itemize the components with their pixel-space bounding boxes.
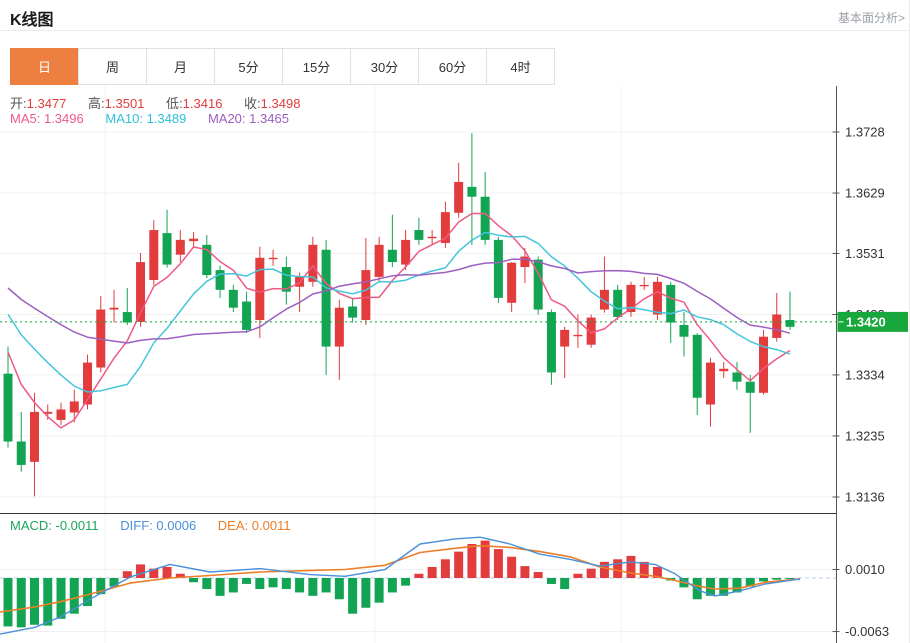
y-axis-labels: 1.37281.36291.35311.34321.33341.32351.31… bbox=[833, 125, 890, 640]
tab-15min[interactable]: 15分 bbox=[282, 48, 351, 85]
tab-30min[interactable]: 30分 bbox=[350, 48, 419, 85]
svg-text:-0.0063: -0.0063 bbox=[845, 624, 889, 639]
svg-text:1.3136: 1.3136 bbox=[845, 489, 885, 504]
svg-text:0.0010: 0.0010 bbox=[845, 562, 885, 577]
current-price-badge: 1.3420 bbox=[838, 312, 909, 332]
close-value: 收:1.3498 bbox=[244, 96, 300, 111]
period-tab-bar: 日 周 月 5分 15分 30分 60分 4时 bbox=[10, 48, 555, 85]
high-value: 高:1.3501 bbox=[88, 96, 144, 111]
page-title: K线图 bbox=[10, 6, 54, 30]
macd-legend: MACD: -0.0011 DIFF: 0.0006 DEA: 0.0011 bbox=[10, 518, 309, 533]
svg-text:1.3334: 1.3334 bbox=[845, 367, 885, 382]
tab-4hour[interactable]: 4时 bbox=[486, 48, 555, 85]
ma5-legend: MA5: 1.3496 bbox=[10, 111, 84, 126]
open-value: 开:1.3477 bbox=[10, 96, 66, 111]
ma-legend: MA5: 1.3496 MA10: 1.3489 MA20: 1.3465 bbox=[10, 111, 307, 126]
svg-text:1.3728: 1.3728 bbox=[845, 125, 885, 140]
fundamental-analysis-link[interactable]: 基本面分析> bbox=[838, 9, 905, 26]
diff-value: DIFF: 0.0006 bbox=[120, 518, 196, 533]
macd-histogram bbox=[4, 541, 795, 628]
svg-text:1.3531: 1.3531 bbox=[845, 246, 885, 261]
ma20-legend: MA20: 1.3465 bbox=[208, 111, 289, 126]
tab-60min[interactable]: 60分 bbox=[418, 48, 487, 85]
tab-week[interactable]: 周 bbox=[78, 48, 147, 85]
low-value: 低:1.3416 bbox=[166, 96, 222, 111]
ohlc-legend: 开:1.3477 高:1.3501 低:1.3416 收:1.3498 bbox=[10, 93, 318, 112]
dea-value: DEA: 0.0011 bbox=[218, 518, 291, 533]
header-divider bbox=[0, 30, 910, 31]
svg-text:1.3629: 1.3629 bbox=[845, 186, 885, 201]
tab-day[interactable]: 日 bbox=[10, 48, 79, 85]
svg-text:1.3420: 1.3420 bbox=[846, 314, 886, 329]
tab-5min[interactable]: 5分 bbox=[214, 48, 283, 85]
macd-value: MACD: -0.0011 bbox=[10, 518, 99, 533]
tab-month[interactable]: 月 bbox=[146, 48, 215, 85]
kline-widget: 1.37281.36291.35311.34321.33341.32351.31… bbox=[0, 0, 910, 643]
ma10-legend: MA10: 1.3489 bbox=[105, 111, 186, 126]
svg-text:1.3235: 1.3235 bbox=[845, 428, 885, 443]
